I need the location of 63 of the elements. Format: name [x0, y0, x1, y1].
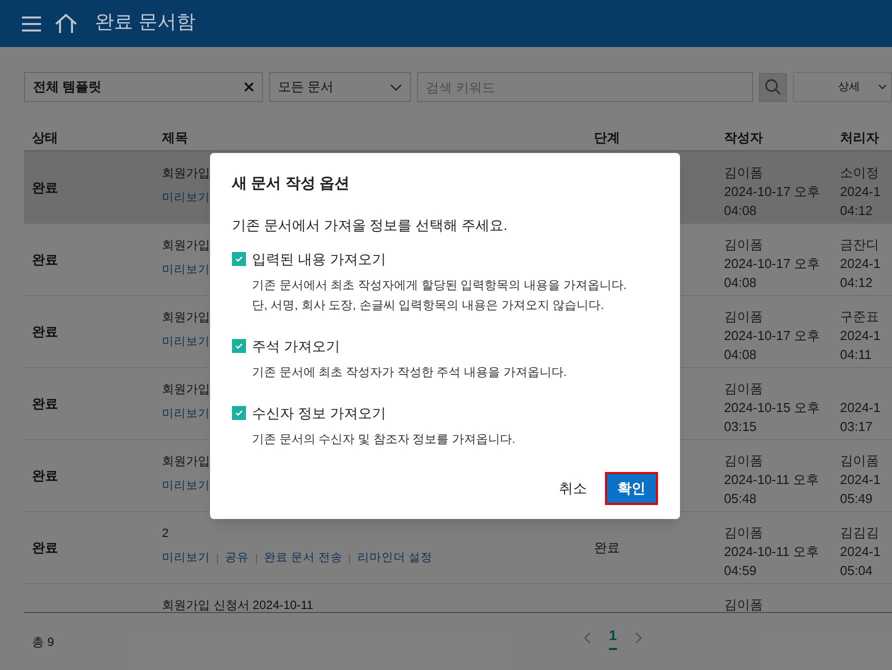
processor-date: 2024-1	[840, 399, 880, 417]
author-date: 2024-10-11 오후	[724, 543, 820, 561]
author-date: 2024-10-11 오후	[724, 471, 820, 489]
processor-name: 금잔디	[840, 236, 879, 254]
author-time: 03:15	[724, 418, 757, 436]
processor-time: 05:49	[840, 490, 873, 508]
total-count: 총 9	[32, 634, 54, 650]
processor-time: 05:04	[840, 562, 873, 580]
document-title: 회원가입 신청서 2024-10-11	[162, 597, 314, 612]
processor-date: 2024-1	[840, 183, 880, 201]
author-time: 04:08	[724, 274, 757, 292]
column-header: 제목	[162, 129, 189, 147]
processor-name: 소이정	[840, 164, 879, 182]
author-time: 04:59	[724, 562, 757, 580]
document-title: 회원가입	[162, 453, 210, 470]
option-description: 기존 문서에서 최초 작성자에게 할당된 입력항목의 내용을 가져옵니다.	[252, 276, 627, 294]
document-title: 회원가입	[162, 309, 210, 326]
column-header: 상태	[32, 129, 59, 147]
processor-name: 구준표	[840, 308, 879, 326]
status-text: 완료	[32, 466, 58, 485]
stage-text: 완료	[594, 538, 620, 557]
author-time: 04:08	[724, 202, 757, 220]
author-time: 04:08	[724, 346, 757, 364]
dialog-intro: 기존 문서에서 가져올 정보를 선택해 주세요.	[232, 216, 508, 234]
author-name: 김이폼	[724, 308, 763, 326]
column-header: 작성자	[724, 129, 764, 147]
option-description: 기존 문서의 수신자 및 참조자 정보를 가져옵니다.	[252, 430, 516, 448]
author-name: 김이폼	[724, 164, 763, 182]
author-date: 2024-10-17 오후	[724, 255, 820, 273]
author-date: 2024-10-15 오후	[724, 399, 820, 417]
author-time: 05:48	[724, 490, 757, 508]
processor-date: 2024-1	[840, 471, 880, 489]
author-name: 김이폼	[724, 452, 763, 470]
processor-time: 04:12	[840, 274, 873, 292]
author-name: 김이폼	[724, 524, 763, 542]
author-date: 2024-10-17 오후	[724, 183, 820, 201]
processor-time: 04:11	[840, 346, 872, 364]
processor-name: 김김김	[840, 524, 879, 542]
processor-name: 김이폼	[840, 452, 879, 470]
option-description: 기존 문서에 최초 작성자가 작성한 주석 내용을 가져옵니다.	[252, 364, 567, 380]
processor-date: 2024-1	[840, 543, 880, 561]
processor-date: 2024-1	[840, 327, 880, 345]
status-text: 완료	[32, 322, 58, 341]
processor-time: 04:12	[840, 202, 873, 220]
processor-date: 2024-1	[840, 255, 880, 273]
author-name: 김이폼	[724, 380, 763, 398]
page-title: 완료 문서함	[95, 11, 196, 36]
document-title: 회원가입	[162, 165, 210, 182]
author-name: 김이폼	[724, 596, 763, 612]
author-name: 김이폼	[724, 236, 763, 254]
status-text: 완료	[32, 250, 58, 269]
dialog-title: 새 문서 작성 옵션	[232, 174, 350, 194]
document-title: 회원가입	[162, 381, 210, 398]
processor-time: 03:17	[840, 418, 873, 436]
status-text: 완료	[32, 178, 58, 197]
column-header: 단계	[594, 129, 621, 147]
status-text: 완료	[32, 538, 58, 557]
column-header: 처리자	[840, 129, 880, 147]
document-title: 회원가입	[162, 237, 210, 254]
status-text: 완료	[32, 394, 58, 413]
option-description: 단, 서명, 회사 도장, 손글씨 입력항목의 내용은 가져오지 않습니다.	[252, 296, 604, 314]
document-title: 2	[162, 525, 169, 542]
author-date: 2024-10-17 오후	[724, 327, 820, 345]
